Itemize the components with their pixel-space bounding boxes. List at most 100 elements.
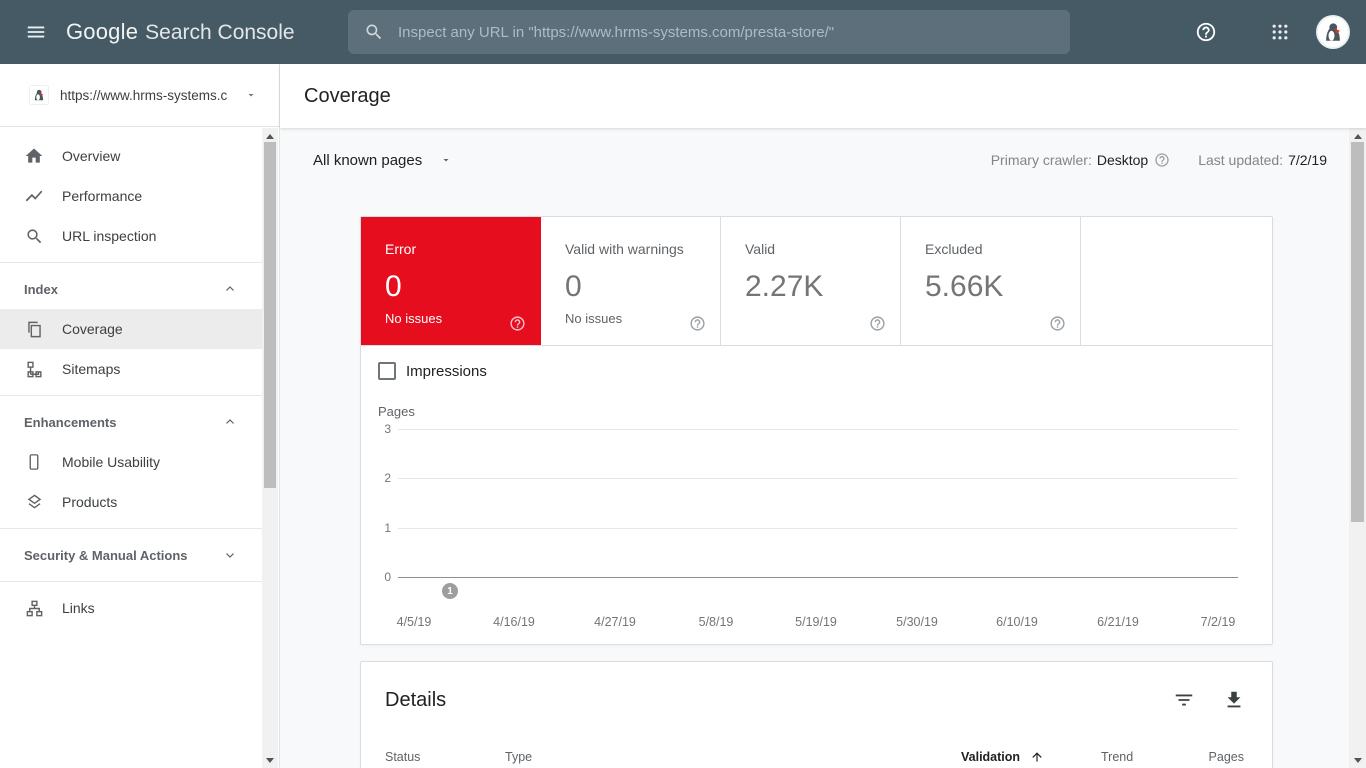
filter-icon <box>1175 694 1193 706</box>
x-tick-label: 4/27/19 <box>594 615 636 629</box>
impressions-checkbox[interactable] <box>378 362 396 380</box>
card-label: Error <box>385 241 417 257</box>
sitemaps-icon <box>24 359 44 379</box>
hamburger-icon <box>25 21 47 43</box>
y-tick-label: 3 <box>384 422 391 436</box>
sidebar-item-label: Mobile Usability <box>62 454 161 470</box>
download-icon <box>1227 691 1241 708</box>
sidebar-item-performance[interactable]: Performance <box>0 176 263 216</box>
sidebar-item-label: Sitemaps <box>62 361 121 377</box>
sidebar-scrollbar[interactable] <box>262 128 278 768</box>
scroll-down-icon[interactable] <box>262 754 278 766</box>
logo-google-text: Google <box>66 19 139 44</box>
sidebar-item-products[interactable]: Products <box>0 482 263 522</box>
section-label: Index <box>24 281 58 297</box>
sidebar-item-label: Links <box>62 600 95 616</box>
divider <box>0 395 263 396</box>
sidebar-item-sitemaps[interactable]: Sitemaps <box>0 349 263 389</box>
card-valid-with-warnings[interactable]: Valid with warnings 0 No issues <box>541 217 721 345</box>
x-tick-label: 5/30/19 <box>896 615 938 629</box>
scrollbar-thumb[interactable] <box>264 142 276 488</box>
crawler-info: Primary crawler: Desktop Last updated: 7… <box>991 152 1327 168</box>
chevron-down-icon <box>223 548 237 562</box>
details-title: Details <box>385 688 447 711</box>
sidebar-section-enhancements[interactable]: Enhancements <box>0 402 263 442</box>
sidebar-item-label: Products <box>62 494 118 510</box>
home-icon <box>24 146 44 166</box>
column-header-type[interactable]: Type <box>505 750 532 764</box>
updated-value: 7/2/19 <box>1288 152 1327 168</box>
scroll-up-icon[interactable] <box>262 130 278 142</box>
card-label: Valid with warnings <box>565 241 684 257</box>
app-logo[interactable]: Google Search Console <box>66 19 295 45</box>
card-value: 2.27K <box>745 270 824 303</box>
url-inspect-searchbox[interactable] <box>348 10 1070 54</box>
help-icon[interactable] <box>869 315 886 332</box>
chart-annotation-badge[interactable]: 1 <box>442 583 458 599</box>
help-icon[interactable] <box>1049 315 1066 332</box>
gridline <box>398 478 1238 479</box>
page-scope-dropdown[interactable]: All known pages <box>313 152 452 169</box>
search-icon <box>24 226 44 246</box>
scrollbar-thumb[interactable] <box>1351 142 1364 522</box>
y-tick-label: 2 <box>384 471 391 485</box>
scroll-down-icon[interactable] <box>1349 754 1366 766</box>
column-header-trend[interactable]: Trend <box>1101 750 1133 764</box>
sidebar-section-index[interactable]: Index <box>0 269 263 309</box>
details-table-header: Status Type Validation Trend Pages <box>361 750 1272 768</box>
x-tick-label: 6/21/19 <box>1097 615 1139 629</box>
main-scrollbar[interactable] <box>1349 128 1366 768</box>
help-icon[interactable] <box>509 315 526 332</box>
help-icon[interactable] <box>1154 152 1170 168</box>
help-button[interactable] <box>1186 12 1226 52</box>
sidebar-item-label: URL inspection <box>62 228 157 244</box>
download-button[interactable] <box>1220 686 1248 714</box>
column-header-label: Validation <box>961 750 1021 764</box>
filter-button[interactable] <box>1170 686 1198 714</box>
card-label: Valid <box>745 241 776 257</box>
y-axis-title: Pages <box>378 404 415 419</box>
caret-down-icon <box>245 89 257 101</box>
menu-button[interactable] <box>22 18 50 46</box>
column-header-validation[interactable]: Validation <box>961 750 1044 764</box>
property-selector[interactable]: https://www.hrms-systems.c... <box>0 64 279 127</box>
divider <box>0 262 263 263</box>
status-cards-row: Error 0 No issues Valid with warnings 0 … <box>361 217 1272 346</box>
report-toolbar: All known pages Primary crawler: Desktop… <box>280 128 1349 192</box>
coverage-chart-panel: Error 0 No issues Valid with warnings 0 … <box>360 216 1273 645</box>
x-tick-label: 5/19/19 <box>795 615 837 629</box>
sidebar-item-mobile-usability[interactable]: Mobile Usability <box>0 442 263 482</box>
sidebar-item-coverage[interactable]: Coverage <box>0 309 263 349</box>
card-excluded[interactable]: Excluded 5.66K <box>901 217 1081 345</box>
column-header-pages[interactable]: Pages <box>1209 750 1244 764</box>
impressions-toggle[interactable]: Impressions <box>378 362 487 380</box>
card-value: 0 <box>385 270 402 303</box>
crawler-label: Primary crawler: <box>990 152 1092 168</box>
gridline <box>398 429 1238 430</box>
x-axis-line <box>398 577 1238 578</box>
sidebar-item-label: Coverage <box>62 321 123 337</box>
scroll-up-icon[interactable] <box>1349 130 1366 142</box>
sidebar-item-links[interactable]: Links <box>0 588 263 628</box>
sidebar-section-security[interactable]: Security & Manual Actions <box>0 535 263 575</box>
property-favicon-icon <box>30 86 48 104</box>
performance-icon <box>24 186 44 206</box>
x-tick-label: 4/16/19 <box>493 615 535 629</box>
sidebar-item-url-inspection[interactable]: URL inspection <box>0 216 263 256</box>
sidebar-item-overview[interactable]: Overview <box>0 136 263 176</box>
links-tree-icon <box>24 598 44 618</box>
layers-icon <box>24 492 44 512</box>
search-input[interactable] <box>398 23 1054 41</box>
page-title: Coverage <box>304 84 391 107</box>
card-value: 5.66K <box>925 270 1004 303</box>
apps-grid-button[interactable] <box>1260 12 1300 52</box>
card-valid[interactable]: Valid 2.27K <box>721 217 901 345</box>
y-tick-label: 0 <box>384 570 391 584</box>
main-content: All known pages Primary crawler: Desktop… <box>280 128 1349 768</box>
account-avatar[interactable] <box>1316 15 1350 49</box>
help-icon[interactable] <box>689 315 706 332</box>
card-error[interactable]: Error 0 No issues <box>361 217 541 345</box>
y-tick-label: 1 <box>384 521 391 535</box>
column-header-status[interactable]: Status <box>385 750 420 764</box>
chevron-up-icon <box>223 415 237 429</box>
